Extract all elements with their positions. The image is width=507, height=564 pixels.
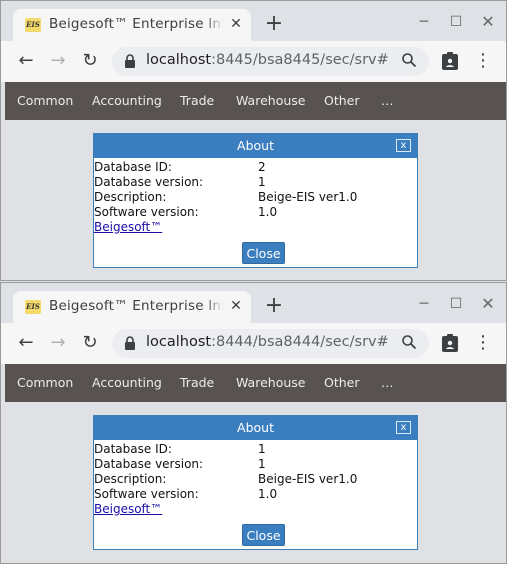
new-tab-button[interactable]: +	[263, 295, 285, 317]
menu-item-other[interactable]: Other	[324, 82, 360, 120]
menu-item-trade[interactable]: Trade	[180, 364, 214, 402]
url-host: localhost	[146, 334, 212, 350]
forward-arrow-icon[interactable]: →	[47, 50, 69, 72]
page-content: About x Database ID: 2 Database version: 1…	[5, 120, 506, 280]
row-label: Database version:	[94, 175, 204, 189]
row-value: 2	[258, 160, 266, 174]
row-label: Database version:	[94, 457, 204, 471]
row-label: Description:	[94, 472, 167, 486]
menu-item-more[interactable]: …	[381, 364, 394, 402]
menu-item-accounting[interactable]: Accounting	[92, 364, 162, 402]
menu-item-common[interactable]: Common	[17, 364, 73, 402]
address-bar[interactable]: localhost:8445/bsa8445/sec/srv#	[112, 47, 429, 76]
row-value: 1.0	[258, 487, 278, 501]
minimize-window-icon[interactable]: ─	[413, 293, 435, 315]
menu-item-accounting[interactable]: Accounting	[92, 82, 162, 120]
close-window-icon[interactable]: ✕	[477, 11, 499, 33]
row-value: 1	[258, 442, 266, 456]
row-label: Database ID:	[94, 160, 172, 174]
forward-arrow-icon[interactable]: →	[47, 332, 69, 354]
clipboard-extension-icon[interactable]	[441, 333, 459, 353]
browser-window: EIS Beigesoft™ Enterprise Information Sy…	[0, 0, 507, 281]
browser-tab[interactable]: EIS Beigesoft™ Enterprise Information Sy…	[13, 9, 251, 41]
beigesoft-link[interactable]: Beigesoft™	[94, 220, 162, 235]
dialog-title: About	[237, 420, 274, 435]
dialog-header: About x	[94, 416, 417, 440]
clipboard-extension-icon[interactable]	[441, 51, 459, 71]
about-dialog: About x Database ID: 1 Database version: 1…	[93, 415, 418, 550]
close-window-icon[interactable]: ✕	[477, 293, 499, 315]
back-arrow-icon[interactable]: ←	[15, 50, 37, 72]
back-arrow-icon[interactable]: ←	[15, 332, 37, 354]
address-bar[interactable]: localhost:8444/bsa8444/sec/srv#	[112, 329, 429, 358]
magnifier-icon	[402, 335, 417, 350]
reload-icon[interactable]: ↻	[79, 50, 101, 72]
about-dialog: About x Database ID: 2 Database version: 1…	[93, 133, 418, 268]
tab-title: Beigesoft™ Enterprise Information System	[49, 16, 224, 34]
app-main-menu: Common Accounting Trade Warehouse Other …	[5, 82, 506, 120]
zoom-icon[interactable]	[401, 334, 419, 352]
browser-window: EIS Beigesoft™ Enterprise Information Sy…	[0, 282, 507, 564]
menu-item-common[interactable]: Common	[17, 82, 73, 120]
dialog-close-icon[interactable]: x	[396, 139, 411, 152]
minimize-window-icon[interactable]: ─	[413, 11, 435, 33]
browser-toolbar: ← → ↻ localhost:8445/bsa8445/sec/srv# ⋮	[1, 41, 506, 82]
beigesoft-link[interactable]: Beigesoft™	[94, 502, 162, 517]
row-value: 1	[258, 175, 266, 189]
dialog-title: About	[237, 138, 274, 153]
close-button[interactable]: Close	[242, 524, 285, 546]
kebab-menu-icon[interactable]: ⋮	[474, 332, 492, 354]
new-tab-button[interactable]: +	[263, 13, 285, 35]
tab-close-icon[interactable]: ✕	[228, 297, 244, 315]
favicon-icon: EIS	[25, 18, 41, 32]
close-button[interactable]: Close	[242, 242, 285, 264]
lock-icon	[125, 336, 135, 350]
app-main-menu: Common Accounting Trade Warehouse Other …	[5, 364, 506, 402]
magnifier-icon	[402, 53, 417, 68]
dialog-header: About x	[94, 134, 417, 158]
zoom-icon[interactable]	[401, 52, 419, 70]
url-path: :8445/bsa8445/sec/srv#	[211, 52, 389, 68]
row-label: Software version:	[94, 205, 199, 219]
tab-title: Beigesoft™ Enterprise Information System	[49, 298, 224, 316]
reload-icon[interactable]: ↻	[79, 332, 101, 354]
url-text: localhost:8444/bsa8444/sec/srv#	[146, 334, 389, 350]
row-label: Description:	[94, 190, 167, 204]
title-bar: EIS Beigesoft™ Enterprise Information Sy…	[1, 283, 506, 323]
row-label: Software version:	[94, 487, 199, 501]
browser-tab[interactable]: EIS Beigesoft™ Enterprise Information Sy…	[13, 291, 251, 323]
maximize-window-icon[interactable]: ☐	[445, 293, 467, 315]
dialog-close-icon[interactable]: x	[396, 421, 411, 434]
menu-item-trade[interactable]: Trade	[180, 82, 214, 120]
row-value: 1.0	[258, 205, 278, 219]
favicon-icon: EIS	[25, 300, 41, 314]
maximize-window-icon[interactable]: ☐	[445, 11, 467, 33]
row-value: Beige-EIS ver1.0	[258, 190, 358, 204]
url-host: localhost	[146, 52, 212, 68]
browser-toolbar: ← → ↻ localhost:8444/bsa8444/sec/srv# ⋮	[1, 323, 506, 364]
kebab-menu-icon[interactable]: ⋮	[474, 50, 492, 72]
menu-item-warehouse[interactable]: Warehouse	[236, 364, 305, 402]
row-value: Beige-EIS ver1.0	[258, 472, 358, 486]
lock-icon	[125, 54, 135, 68]
row-label: Database ID:	[94, 442, 172, 456]
title-bar: EIS Beigesoft™ Enterprise Information Sy…	[1, 1, 506, 41]
row-value: 1	[258, 457, 266, 471]
url-text: localhost:8445/bsa8445/sec/srv#	[146, 52, 389, 68]
menu-item-more[interactable]: …	[381, 82, 394, 120]
page-content: About x Database ID: 1 Database version: 1…	[5, 402, 506, 563]
tab-close-icon[interactable]: ✕	[228, 15, 244, 33]
url-path: :8444/bsa8444/sec/srv#	[211, 334, 389, 350]
menu-item-other[interactable]: Other	[324, 364, 360, 402]
menu-item-warehouse[interactable]: Warehouse	[236, 82, 305, 120]
